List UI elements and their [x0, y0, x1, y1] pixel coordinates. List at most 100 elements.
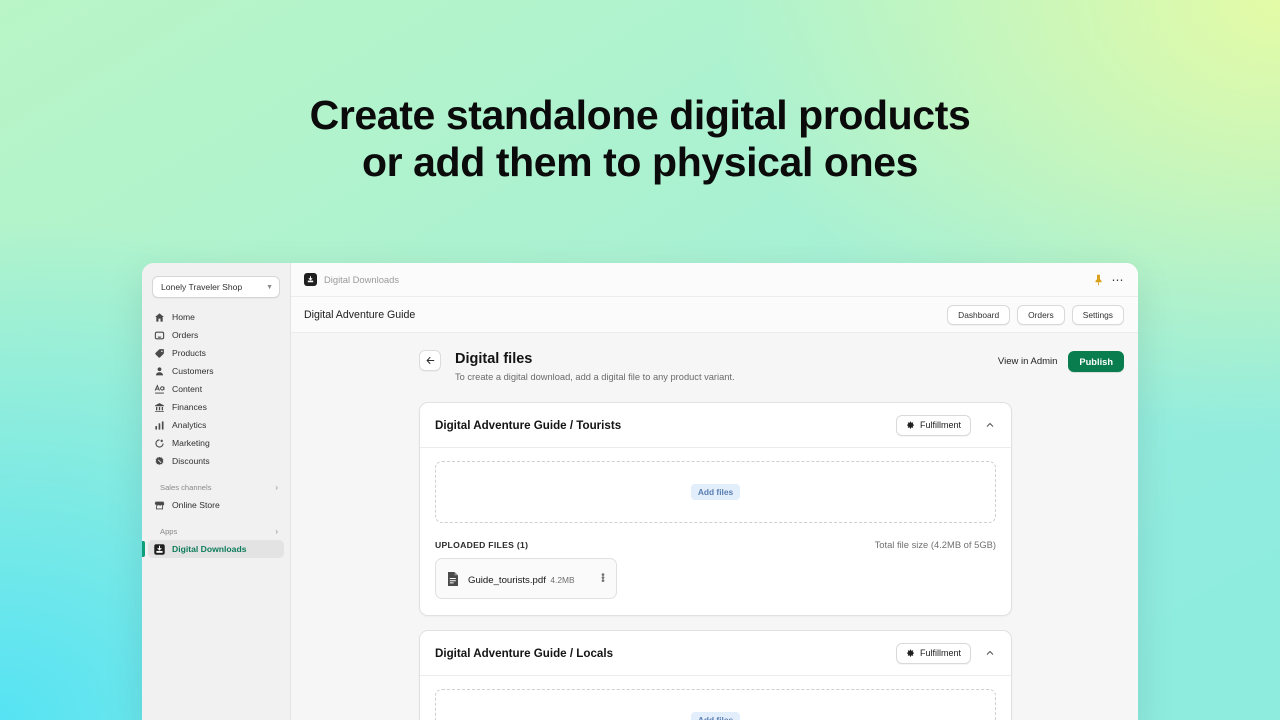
sidebar-section-sales-channels[interactable]: Sales channels ›: [148, 479, 284, 496]
back-button[interactable]: [419, 350, 441, 371]
digital-files-heading: Digital files: [455, 351, 533, 367]
sidebar-item-content[interactable]: Content: [148, 380, 284, 398]
sidebar-item-label: Orders: [172, 330, 199, 340]
publish-button[interactable]: Publish: [1068, 351, 1124, 372]
sidebar-item-finances[interactable]: Finances: [148, 398, 284, 416]
add-files-button[interactable]: Add files: [690, 712, 741, 720]
sidebar-item-label: Customers: [172, 366, 214, 376]
title-bar-buttons: Dashboard Orders Settings: [947, 304, 1124, 325]
app-window: Lonely Traveler Shop ▼ Home Orders Produ…: [142, 263, 1138, 720]
orders-icon: [154, 330, 165, 341]
sidebar-item-digital-downloads[interactable]: Digital Downloads: [142, 540, 284, 558]
sidebar-item-discounts[interactable]: Discounts: [148, 452, 284, 470]
home-icon: [154, 312, 165, 323]
sidebar: Lonely Traveler Shop ▼ Home Orders Produ…: [142, 263, 291, 720]
add-files-button[interactable]: Add files: [690, 484, 741, 500]
sidebar-item-marketing[interactable]: Marketing: [148, 434, 284, 452]
sidebar-nav: Home Orders Products Customers Content F…: [142, 308, 290, 558]
sidebar-item-label: Content: [172, 384, 203, 394]
sidebar-section-label: Sales channels: [160, 483, 212, 492]
variant-card-header: Digital Adventure Guide / Locals Fulfill…: [420, 631, 1011, 676]
uploaded-file-name: Guide_tourists.pdf: [468, 574, 546, 586]
total-file-size: Total file size (4.2MB of 5GB): [874, 539, 996, 550]
view-in-admin-link[interactable]: View in Admin: [998, 356, 1058, 367]
app-bar: Digital Downloads ⋯: [291, 263, 1138, 297]
hero-headline-line-2: or add them to physical ones: [361, 139, 919, 185]
variant-card: Digital Adventure Guide / Tourists Fulfi…: [419, 402, 1012, 616]
sidebar-section-label: Apps: [160, 527, 178, 536]
sidebar-section-apps[interactable]: Apps ›: [148, 523, 284, 540]
digital-files-subtitle: To create a digital download, add a digi…: [455, 372, 735, 382]
chevron-right-icon: ›: [275, 483, 278, 492]
sidebar-item-label: Marketing: [172, 438, 210, 448]
variant-card-body: Add files UPLOADED FILES (1) Total file …: [420, 448, 1011, 615]
sidebar-item-label: Online Store: [172, 500, 220, 510]
uploaded-files-label: UPLOADED FILES (1): [435, 540, 529, 550]
finances-bank-icon: [154, 402, 165, 413]
sidebar-item-label: Home: [172, 312, 195, 322]
variant-title: Digital Adventure Guide / Locals: [435, 646, 614, 660]
content-scroll-area: Digital files To create a digital downlo…: [291, 333, 1138, 720]
pin-icon[interactable]: [1093, 274, 1105, 286]
sidebar-item-label: Products: [172, 348, 206, 358]
chevron-right-icon: ›: [275, 527, 278, 536]
document-icon: [447, 571, 459, 586]
chevron-down-icon: ▼: [266, 283, 273, 291]
uploaded-files-meta: UPLOADED FILES (1) Total file size (4.2M…: [435, 539, 996, 550]
fulfillment-label: Fulfillment: [919, 420, 961, 430]
sidebar-item-online-store[interactable]: Online Store: [148, 496, 284, 514]
sidebar-item-label: Finances: [172, 402, 207, 412]
page-header-text: Digital files To create a digital downlo…: [455, 350, 998, 382]
title-bar: Digital Adventure Guide Dashboard Orders…: [291, 297, 1138, 333]
variant-cards: Digital Adventure Guide / Tourists Fulfi…: [291, 402, 1138, 720]
page-header: Digital files To create a digital downlo…: [291, 350, 1138, 382]
sidebar-item-home[interactable]: Home: [148, 308, 284, 326]
file-dropzone[interactable]: Add files: [435, 689, 996, 720]
content-text-icon: [154, 383, 165, 395]
marketing-megaphone-icon: [154, 438, 165, 449]
gear-icon: [906, 421, 915, 430]
dashboard-button[interactable]: Dashboard: [947, 304, 1011, 325]
shop-selector-label: Lonely Traveler Shop: [161, 282, 243, 292]
sidebar-item-label: Digital Downloads: [172, 544, 247, 554]
sidebar-item-label: Analytics: [172, 420, 207, 430]
fulfillment-button[interactable]: Fulfillment: [895, 642, 971, 664]
sidebar-item-customers[interactable]: Customers: [148, 362, 284, 380]
uploaded-file-size: 4.2MB: [550, 574, 575, 585]
analytics-bars-icon: [154, 420, 165, 431]
sidebar-item-products[interactable]: Products: [148, 344, 284, 362]
variant-card-body: Add files: [420, 676, 1011, 720]
store-icon: [154, 500, 165, 511]
digital-downloads-icon: [154, 543, 165, 555]
chevron-up-icon: [985, 420, 995, 430]
screenshot-stage: Create standalone digital products or ad…: [0, 0, 1280, 720]
app-bar-title: Digital Downloads: [324, 274, 400, 285]
main-area: Digital Downloads ⋯ Digital Adventure Gu…: [291, 263, 1138, 720]
settings-button[interactable]: Settings: [1071, 304, 1124, 325]
fulfillment-label: Fulfillment: [919, 648, 961, 658]
variant-title: Digital Adventure Guide / Tourists: [435, 418, 622, 432]
sidebar-item-label: Discounts: [172, 456, 210, 466]
page-header-actions: View in Admin Publish: [998, 350, 1124, 372]
collapse-toggle[interactable]: [979, 643, 1000, 664]
hero-headline: Create standalone digital products or ad…: [0, 92, 1280, 186]
ellipsis-icon[interactable]: ⋯: [1112, 274, 1125, 286]
collapse-toggle[interactable]: [979, 415, 1000, 436]
fulfillment-button[interactable]: Fulfillment: [895, 414, 971, 436]
orders-button[interactable]: Orders: [1017, 304, 1065, 325]
uploaded-file-item[interactable]: Guide_tourists.pdf 4.2MB • • •: [435, 558, 617, 599]
discounts-tag-icon: [154, 456, 165, 467]
page-title: Digital Adventure Guide: [304, 308, 416, 321]
hero-headline-line-1: Create standalone digital products: [309, 92, 971, 138]
kebab-menu-icon[interactable]: • • •: [598, 571, 608, 587]
file-dropzone[interactable]: Add files: [435, 461, 996, 523]
shop-selector[interactable]: Lonely Traveler Shop ▼: [152, 276, 280, 298]
sidebar-item-orders[interactable]: Orders: [148, 326, 284, 344]
chevron-up-icon: [985, 648, 995, 658]
uploaded-file-info: Guide_tourists.pdf 4.2MB: [468, 570, 589, 588]
variant-card-header: Digital Adventure Guide / Tourists Fulfi…: [420, 403, 1011, 448]
digital-downloads-icon: [304, 273, 317, 286]
customers-person-icon: [154, 366, 165, 377]
sidebar-item-analytics[interactable]: Analytics: [148, 416, 284, 434]
variant-card: Digital Adventure Guide / Locals Fulfill…: [419, 630, 1012, 720]
